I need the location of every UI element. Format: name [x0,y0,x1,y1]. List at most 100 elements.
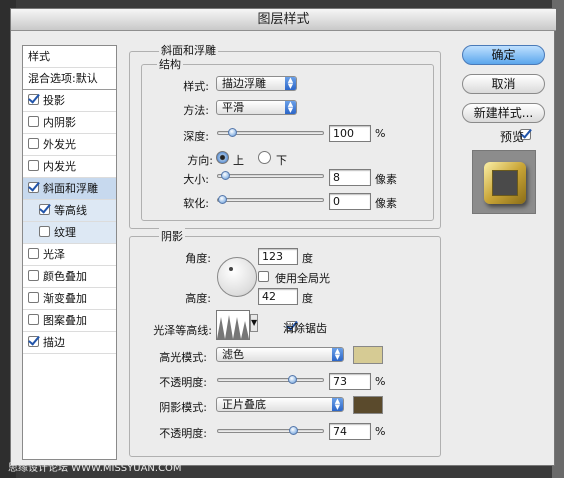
chevron-down-icon: ▼ [251,318,258,327]
style-value: 描边浮雕 [222,77,266,90]
highlight-opacity-input[interactable]: 73 [329,373,371,390]
checkbox[interactable] [28,314,39,325]
shadow-opacity-thumb[interactable] [289,426,299,435]
style-list-item[interactable]: 投影 [23,90,116,112]
direction-up-label: 上 [233,154,244,167]
soften-slider[interactable] [217,195,324,204]
shadow-mode-label: 阴影模式: [159,401,207,414]
style-list-item-label: 图案叠加 [43,314,87,327]
style-list-item[interactable]: 描边 [23,332,116,354]
direction-up-radio[interactable] [216,151,229,164]
method-select[interactable]: 平滑 ▲ ▼ [216,100,297,115]
antialias-label: 消除锯齿 [283,322,327,335]
size-label: 大小: [183,173,209,186]
gloss-contour-label: 光泽等高线: [153,324,212,337]
cancel-button[interactable]: 取消 [462,74,545,94]
chevron-updown-icon: ▲ ▼ [332,348,343,361]
method-label: 方法: [183,104,209,117]
checkbox-checked[interactable] [39,204,50,215]
style-list-item[interactable]: 内阴影 [23,112,116,134]
checkbox-checked[interactable] [28,336,39,347]
new-style-button[interactable]: 新建样式... [462,103,545,123]
direction-down-radio[interactable] [258,151,271,164]
size-input[interactable]: 8 [329,169,371,186]
preview-frame [484,162,526,204]
size-unit: 像素 [375,173,397,186]
style-list-item-label: 纹理 [54,226,76,239]
style-list-item[interactable]: 等高线 [23,200,116,222]
style-select[interactable]: 描边浮雕 ▲ ▼ [216,76,297,91]
soften-slider-thumb[interactable] [218,195,227,204]
style-preview-thumbnail [472,150,536,214]
checkbox[interactable] [28,116,39,127]
soften-unit: 像素 [375,197,397,210]
size-slider-thumb[interactable] [220,171,230,180]
soften-input[interactable]: 0 [329,193,371,210]
shadow-opacity-input[interactable]: 74 [329,423,371,440]
angle-input[interactable]: 123 [258,248,298,265]
style-list-item-label: 渐变叠加 [43,292,87,305]
chevron-updown-icon: ▲ ▼ [285,77,296,90]
style-list-item-label: 等高线 [54,204,87,217]
direction-label: 方向: [187,154,213,167]
highlight-opacity-thumb[interactable] [288,375,298,384]
style-list-header[interactable]: 样式 [23,46,116,68]
style-list-item-label: 颜色叠加 [43,270,87,283]
style-list-item[interactable]: 内发光 [23,156,116,178]
checkbox[interactable] [28,138,39,149]
shadow-opacity-unit: % [375,425,386,438]
gloss-contour-preview[interactable] [216,310,250,340]
size-slider[interactable] [217,171,324,180]
preview-inner [492,170,518,196]
shadow-opacity-label: 不透明度: [159,427,207,440]
checkbox[interactable] [28,270,39,281]
style-list-item[interactable]: 外发光 [23,134,116,156]
angle-dial-marker [229,267,233,271]
soften-label: 软化: [183,197,209,210]
depth-input[interactable]: 100 [329,125,371,142]
shadow-opacity-slider[interactable] [217,426,324,435]
checkbox-checked[interactable] [28,182,39,193]
style-list-item[interactable]: 光泽 [23,244,116,266]
direction-down-label: 下 [276,154,287,167]
gloss-contour-dropdown[interactable]: ▼ [250,314,258,332]
checkbox[interactable] [28,160,39,171]
style-list-item[interactable]: 渐变叠加 [23,288,116,310]
depth-slider[interactable] [217,128,324,137]
global-light-checkbox[interactable] [258,271,269,282]
style-list-item[interactable]: 颜色叠加 [23,266,116,288]
highlight-mode-select[interactable]: 滤色 ▲ ▼ [216,347,344,362]
style-list-item[interactable]: 图案叠加 [23,310,116,332]
shadow-mode-select[interactable]: 正片叠底 ▲ ▼ [216,397,344,412]
shadow-color-swatch[interactable] [353,396,383,414]
highlight-mode-label: 高光模式: [159,351,207,364]
highlight-opacity-label: 不透明度: [159,376,207,389]
shading-title: 阴影 [159,228,185,244]
style-list-item[interactable]: 纹理 [23,222,116,244]
style-list-item-label: 光泽 [43,248,65,261]
blend-options-item[interactable]: 混合选项:默认 [23,68,116,90]
angle-dial[interactable] [217,257,257,297]
chevron-updown-icon: ▲ ▼ [285,101,296,114]
checkbox[interactable] [28,248,39,259]
checkbox[interactable] [39,226,50,237]
ok-button[interactable]: 确定 [462,45,545,65]
depth-slider-thumb[interactable] [227,128,237,137]
title-bar: 图层样式 [11,9,556,31]
highlight-opacity-unit: % [375,375,386,388]
altitude-input[interactable]: 42 [258,288,298,305]
highlight-opacity-slider[interactable] [217,375,324,384]
depth-label: 深度: [183,130,209,143]
style-label: 样式: [183,80,209,93]
highlight-color-swatch[interactable] [353,346,383,364]
style-list-item-label: 内发光 [43,160,76,173]
altitude-label: 高度: [185,292,211,305]
chevron-updown-icon: ▲ ▼ [332,398,343,411]
style-list-item-label: 斜面和浮雕 [43,182,98,195]
checkbox-checked[interactable] [28,94,39,105]
style-list-item[interactable]: 斜面和浮雕 [23,178,116,200]
shadow-mode-value: 正片叠底 [222,398,266,411]
angle-label: 角度: [185,252,211,265]
checkbox[interactable] [28,292,39,303]
preview-label: 预览 [500,130,525,144]
